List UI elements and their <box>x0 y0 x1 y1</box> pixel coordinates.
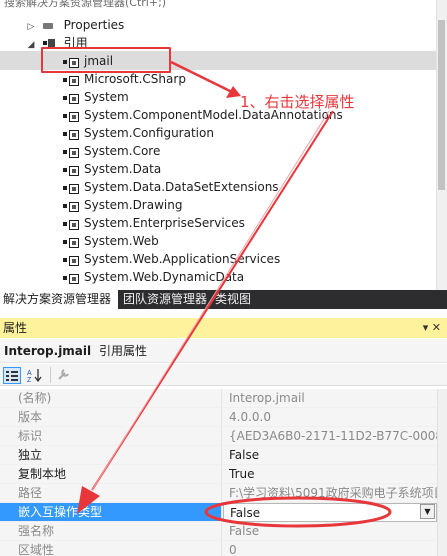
property-value: F:\学习资料\5091政府采购电子系统项目 <box>223 484 437 503</box>
tree-item-reference[interactable]: System.Data <box>62 160 161 178</box>
property-row[interactable]: 独立 False <box>0 446 437 465</box>
tree-item-reference[interactable]: System.Drawing <box>62 196 182 214</box>
reference-icon <box>62 129 80 140</box>
tree-scrollbar[interactable] <box>436 0 447 290</box>
reference-icon <box>62 255 80 266</box>
svg-text:Z: Z <box>27 377 32 383</box>
tree-item-reference[interactable]: System <box>62 88 129 106</box>
property-row[interactable]: 强名称 False <box>0 522 437 541</box>
tree-item-label: System.Configuration <box>84 126 214 140</box>
tree-item-reference[interactable]: System.Web <box>62 232 159 250</box>
tab-team-explorer[interactable]: 团队资源管理器 <box>120 290 210 309</box>
property-row[interactable]: 嵌入互操作类型 False ▼ <box>0 503 437 522</box>
tree-item-label: System.Web.DynamicData <box>84 270 245 284</box>
svg-text:A: A <box>27 370 32 377</box>
property-value: 0 <box>223 541 437 556</box>
tree-item-reference[interactable]: System.EnterpriseServices <box>62 214 245 232</box>
categorized-icon[interactable] <box>3 367 21 384</box>
reference-icon <box>62 147 80 158</box>
solution-explorer-pane: 搜索解决方案资源管理器(Ctrl+;) ▷ Properties ◢ 引用 jm… <box>0 0 447 290</box>
reference-icon <box>62 183 80 194</box>
properties-title: 属性 <box>3 321 28 335</box>
properties-object-bar[interactable]: Interop.jmail 引用属性 <box>0 339 447 363</box>
tree-item-reference[interactable]: System.Web.DynamicData <box>62 268 244 286</box>
object-type: 引用属性 <box>98 344 147 358</box>
reference-icon <box>62 201 80 212</box>
property-name: 区域性 <box>0 541 222 556</box>
reference-icon <box>62 237 80 248</box>
property-value: 4.0.0.0 <box>223 408 437 427</box>
tree-item-label: Microsoft.CSharp <box>84 72 186 86</box>
tree-item-label: System.EnterpriseServices <box>84 216 245 230</box>
tree-item-label: System.Web <box>84 234 159 248</box>
property-grid-scrollbar[interactable] <box>437 389 447 556</box>
tree-item-label: System.Data.DataSetExtensions <box>84 180 279 194</box>
tab-class-view[interactable]: 类视图 <box>212 290 254 309</box>
tree-item-reference[interactable]: System.Data.DataSetExtensions <box>62 178 279 196</box>
property-name: 嵌入互操作类型 <box>0 503 222 522</box>
scrollbar-thumb[interactable] <box>438 20 445 190</box>
property-row[interactable]: 路径 F:\学习资料\5091政府采购电子系统项目 <box>0 484 437 503</box>
object-name: Interop.jmail <box>4 344 92 358</box>
reference-icon <box>62 111 80 122</box>
tree-item-label: System.Data <box>84 162 162 176</box>
property-name: 独立 <box>0 446 222 465</box>
tree-item-label: System.Drawing <box>84 198 183 212</box>
properties-icon <box>42 20 56 32</box>
tree-item-reference[interactable]: System.Web.ApplicationServices <box>62 250 280 268</box>
property-value[interactable]: False <box>223 503 437 522</box>
reference-icon <box>62 219 80 230</box>
property-row[interactable]: (名称) Interop.jmail <box>0 389 437 408</box>
tab-solution-explorer[interactable]: 解决方案资源管理器 <box>0 290 118 309</box>
property-name: 强名称 <box>0 522 222 541</box>
property-name: 版本 <box>0 408 222 427</box>
property-value: True <box>223 465 437 484</box>
property-row[interactable]: 标识 {AED3A6B0-2171-11D2-B77C-0008C <box>0 427 437 446</box>
properties-toolbar: AZ <box>0 364 447 386</box>
reference-icon <box>62 165 80 176</box>
toolbar-separator <box>50 367 51 383</box>
property-row[interactable]: 复制本地 True <box>0 465 437 484</box>
property-value: False <box>223 522 437 541</box>
tree-item-label: System <box>84 90 129 104</box>
reference-icon <box>62 93 80 104</box>
property-name: (名称) <box>0 389 222 408</box>
properties-header: 属性 ▾ ✕ <box>0 318 447 338</box>
property-row[interactable]: 区域性 0 <box>0 541 437 556</box>
tree-item-properties[interactable]: ▷ Properties <box>24 16 125 34</box>
tree-item-label: Properties <box>63 18 125 32</box>
tree-item-reference[interactable]: System.Configuration <box>62 124 214 142</box>
property-pages-icon[interactable] <box>56 367 74 384</box>
annotation-highlight-box <box>41 47 171 73</box>
dropdown-arrow-icon[interactable]: ▼ <box>420 504 435 519</box>
property-value: {AED3A6B0-2171-11D2-B77C-0008C <box>223 427 437 446</box>
reference-icon <box>62 75 80 86</box>
property-value: Interop.jmail <box>223 389 437 408</box>
property-name: 标识 <box>0 427 222 446</box>
alphabetical-icon[interactable]: AZ <box>26 367 44 384</box>
property-name: 复制本地 <box>0 465 222 484</box>
tree-item-label: System.Web.ApplicationServices <box>84 252 281 266</box>
reference-icon <box>62 273 80 284</box>
pane-controls[interactable]: ▾ ✕ <box>423 318 441 338</box>
property-value: False <box>223 446 437 465</box>
search-input[interactable]: 搜索解决方案资源管理器(Ctrl+;) <box>0 0 436 10</box>
tree-item-label: System.Core <box>84 144 161 158</box>
tab-strip: 解决方案资源管理器 团队资源管理器 类视图 <box>0 290 447 309</box>
property-row[interactable]: 版本 4.0.0.0 <box>0 408 437 427</box>
property-name: 路径 <box>0 484 222 503</box>
tree-item-reference[interactable]: System.Core <box>62 142 160 160</box>
property-grid: (名称) Interop.jmail 版本 4.0.0.0 标识 {AED3A6B0-21… <box>0 389 447 556</box>
annotation-step-text: 1、右击选择属性 <box>240 93 355 111</box>
